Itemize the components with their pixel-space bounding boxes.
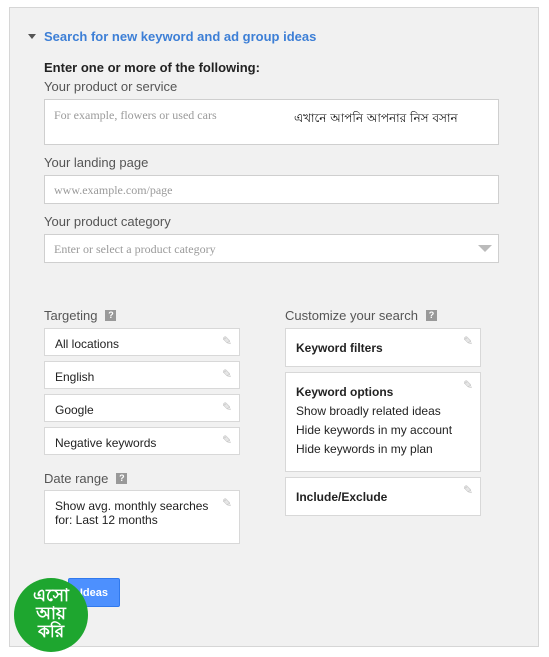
bengali-annotation: এখানে আপনি আপনার নিস বসান <box>294 111 458 125</box>
keyword-option-line: Hide keywords in my plan <box>296 442 433 456</box>
date-range-label: Date range ? <box>44 471 128 486</box>
landing-page-input[interactable]: www.example.com/page <box>44 175 499 204</box>
keyword-options-card[interactable]: Keyword options Show broadly related ide… <box>285 372 481 472</box>
help-icon[interactable]: ? <box>105 310 117 321</box>
product-textarea[interactable]: For example, flowers or used cars এখানে … <box>44 99 499 145</box>
targeting-item-locations[interactable]: All locations ✎ <box>44 328 240 356</box>
pencil-icon[interactable]: ✎ <box>222 334 232 348</box>
pencil-icon[interactable]: ✎ <box>463 483 473 497</box>
landing-page-label: Your landing page <box>44 155 149 170</box>
date-range-label-text: Date range <box>44 471 109 486</box>
product-label: Your product or service <box>44 79 178 94</box>
targeting-item-language[interactable]: English ✎ <box>44 361 240 389</box>
targeting-item-network[interactable]: Google ✎ <box>44 394 240 422</box>
keyword-filters-card[interactable]: Keyword filters ✎ <box>285 328 481 367</box>
help-icon[interactable]: ? <box>116 473 128 484</box>
pencil-icon[interactable]: ✎ <box>463 334 473 348</box>
logo-watermark: এসো আয় করি <box>14 578 88 652</box>
date-range-card[interactable]: Show avg. monthly searches for: Last 12 … <box>44 490 240 544</box>
section-title: Search for new keyword and ad group idea… <box>44 29 317 44</box>
date-range-value: Show avg. monthly searches for: Last 12 … <box>55 499 209 527</box>
pencil-icon[interactable]: ✎ <box>463 378 473 392</box>
form-intro: Enter one or more of the following: <box>44 60 260 75</box>
product-placeholder: For example, flowers or used cars <box>54 108 217 122</box>
triangle-down-icon <box>28 34 36 39</box>
keyword-option-line: Show broadly related ideas <box>296 404 441 418</box>
targeting-item-label: All locations <box>55 337 120 351</box>
product-category-label: Your product category <box>44 214 171 229</box>
include-exclude-title: Include/Exclude <box>296 490 388 504</box>
pencil-icon[interactable]: ✎ <box>222 496 232 510</box>
section-toggle[interactable]: Search for new keyword and ad group idea… <box>28 29 316 44</box>
keyword-option-line: Hide keywords in my account <box>296 423 453 437</box>
keyword-options-title: Keyword options <box>296 385 394 399</box>
get-ideas-button-label: Ideas <box>79 586 108 599</box>
landing-page-placeholder: www.example.com/page <box>54 183 173 197</box>
chevron-down-icon <box>478 245 492 252</box>
pencil-icon[interactable]: ✎ <box>222 367 232 381</box>
product-category-placeholder: Enter or select a product category <box>54 242 216 256</box>
targeting-item-negative-keywords[interactable]: Negative keywords ✎ <box>44 427 240 455</box>
targeting-item-label: Negative keywords <box>55 436 157 450</box>
logo-line: করি <box>37 621 65 642</box>
targeting-label: Targeting ? <box>44 308 117 323</box>
help-icon[interactable]: ? <box>425 310 437 321</box>
targeting-item-label: Google <box>55 403 94 417</box>
keyword-filters-title: Keyword filters <box>296 341 383 355</box>
customize-label-text: Customize your search <box>285 308 418 323</box>
include-exclude-card[interactable]: Include/Exclude ✎ <box>285 477 481 516</box>
targeting-label-text: Targeting <box>44 308 98 323</box>
pencil-icon[interactable]: ✎ <box>222 400 232 414</box>
customize-label: Customize your search ? <box>285 308 437 323</box>
product-category-select[interactable]: Enter or select a product category <box>44 234 499 263</box>
targeting-item-label: English <box>55 370 95 384</box>
pencil-icon[interactable]: ✎ <box>222 433 232 447</box>
